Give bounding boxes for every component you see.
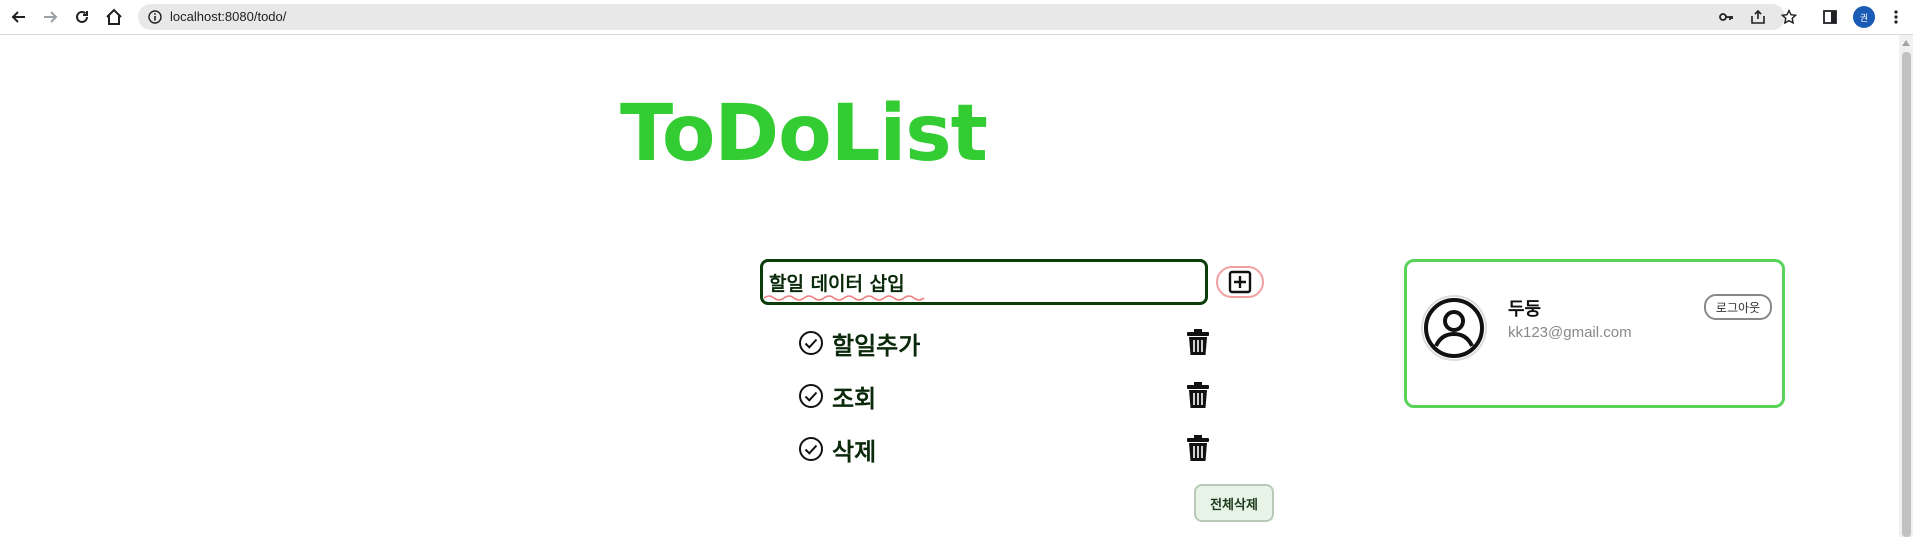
profile-email: kk123@gmail.com: [1508, 324, 1632, 341]
side-panel-icon[interactable]: [1820, 7, 1840, 27]
scrollbar-thumb[interactable]: [1902, 52, 1911, 537]
trash-icon[interactable]: [1186, 381, 1210, 409]
user-avatar-icon: [1421, 295, 1487, 361]
check-circle-icon[interactable]: [798, 330, 824, 356]
profile-avatar-chip[interactable]: 권: [1853, 6, 1875, 28]
site-info-icon[interactable]: [146, 8, 164, 26]
bookmark-star-icon[interactable]: [1780, 8, 1798, 26]
check-circle-icon[interactable]: [798, 436, 824, 462]
more-menu-icon[interactable]: [1886, 7, 1906, 27]
add-todo-button[interactable]: [1216, 266, 1264, 298]
address-url[interactable]: localhost:8080/todo/: [170, 9, 286, 24]
home-icon[interactable]: [104, 7, 124, 27]
forward-arrow-icon[interactable]: [40, 7, 60, 27]
profile-name: 두둥: [1508, 299, 1542, 320]
plus-square-icon: [1228, 270, 1252, 294]
scroll-up-arrow-icon[interactable]: [1902, 40, 1910, 46]
share-icon[interactable]: [1749, 8, 1767, 26]
spellcheck-underline: [764, 295, 925, 301]
todo-text: 삭제: [832, 438, 877, 466]
delete-all-button[interactable]: 전체삭제: [1194, 484, 1274, 522]
key-icon[interactable]: [1717, 8, 1735, 26]
check-circle-icon[interactable]: [798, 383, 824, 409]
todo-text: 할일추가: [832, 332, 921, 360]
browser-toolbar: localhost:8080/todo/ 권: [0, 0, 1913, 35]
logout-button[interactable]: 로그아웃: [1704, 294, 1772, 320]
reload-icon[interactable]: [72, 7, 92, 27]
back-arrow-icon[interactable]: [9, 7, 29, 27]
address-bar[interactable]: localhost:8080/todo/: [138, 4, 1797, 30]
todo-item: 할일추가: [798, 322, 1228, 375]
page-title: ToDoList: [620, 89, 988, 179]
trash-icon[interactable]: [1186, 328, 1210, 356]
todo-item: 조회: [798, 375, 1228, 428]
todo-text: 조회: [832, 385, 877, 413]
profile-card: 두둥 kk123@gmail.com 로그아웃: [1404, 259, 1785, 408]
trash-icon[interactable]: [1186, 434, 1210, 462]
todo-item: 삭제: [798, 428, 1228, 481]
todo-list: 할일추가 조회 삭제: [798, 322, 1228, 481]
